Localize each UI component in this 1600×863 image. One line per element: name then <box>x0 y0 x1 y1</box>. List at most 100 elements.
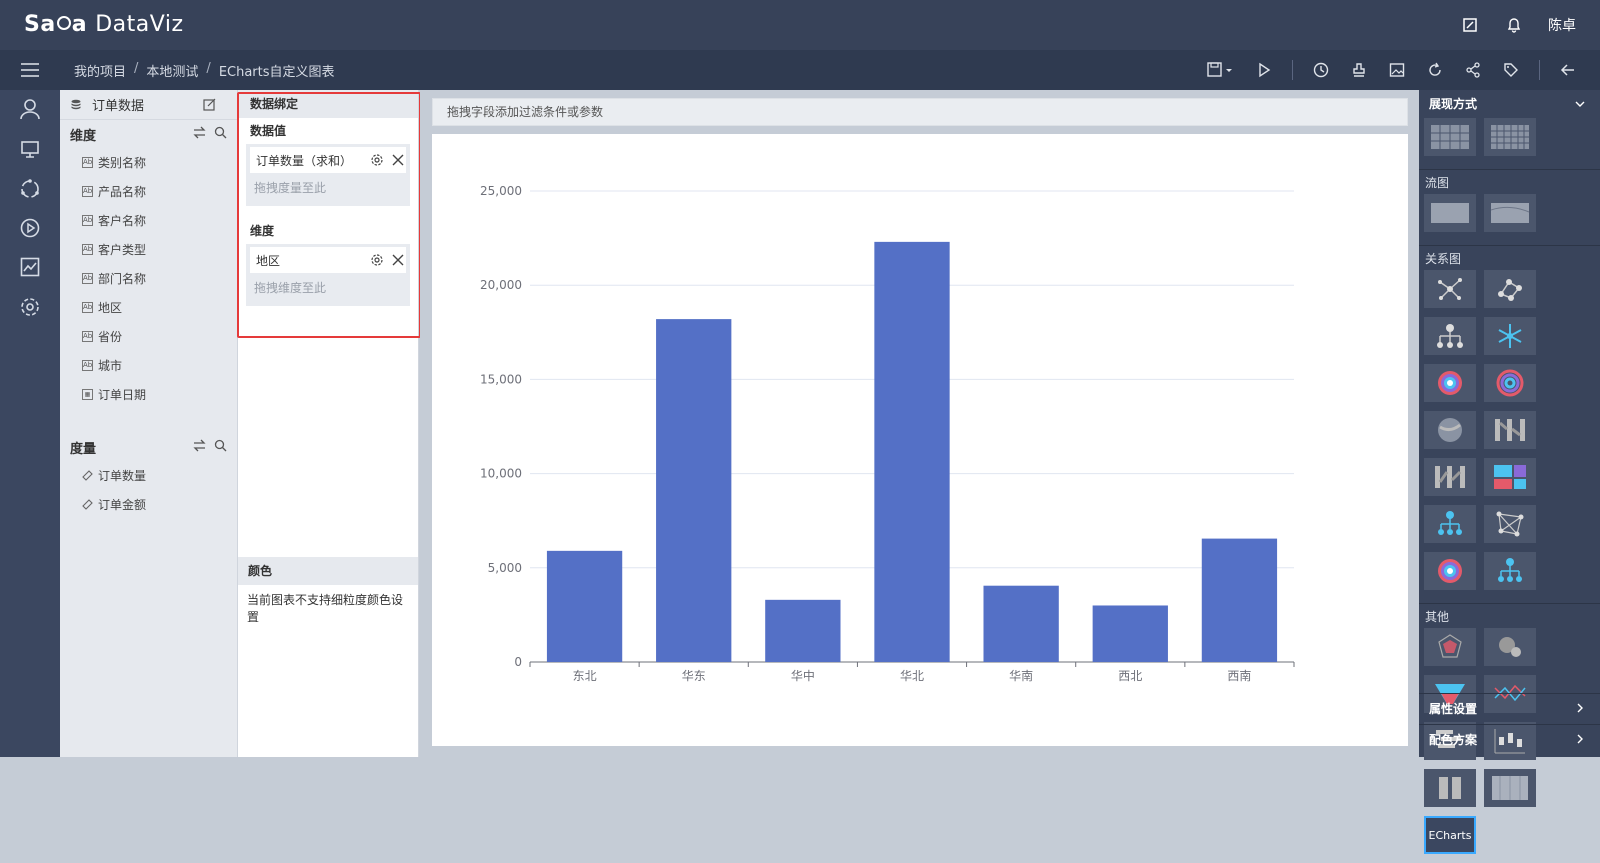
dimension-field[interactable]: ▦ 订单日期 <box>60 380 237 409</box>
other-chart-tile[interactable] <box>1424 769 1476 807</box>
measure-field[interactable]: 订单数量 <box>60 461 237 490</box>
cycle-icon[interactable] <box>19 178 41 200</box>
x-tick-label: 华东 <box>682 669 706 683</box>
dimension-field[interactable]: Ab 产品名称 <box>60 177 237 206</box>
search-icon[interactable] <box>214 126 227 139</box>
measure-section: 度量 <box>60 433 237 461</box>
x-tick-label: 东北 <box>573 669 597 683</box>
chevron-right-icon <box>1577 734 1583 744</box>
relation-chart-tile[interactable] <box>1424 458 1476 496</box>
text-field-icon: Ab <box>82 215 93 226</box>
close-icon[interactable] <box>391 253 405 267</box>
attribute-settings-header[interactable]: 属性设置 <box>1419 693 1600 723</box>
edit-datasource-icon[interactable] <box>203 98 216 111</box>
dimension-field[interactable]: Ab 部门名称 <box>60 264 237 293</box>
measure-field[interactable]: 订单金额 <box>60 490 237 519</box>
table-chart-tile[interactable] <box>1424 118 1476 156</box>
chart-container: 0 5,000 10,000 15,000 20,000 25,000 东北 华东 华中 华北 华南… <box>432 134 1408 746</box>
swap-icon[interactable] <box>193 439 206 452</box>
app-logo[interactable]: Sa a DataViz <box>24 12 184 37</box>
panel-icon <box>1492 776 1528 800</box>
share-icon[interactable] <box>1463 60 1483 80</box>
user-name[interactable]: 陈卓 <box>1548 15 1576 35</box>
image-icon[interactable] <box>1387 60 1407 80</box>
grid-icon <box>1491 125 1529 149</box>
flow-chart-tile[interactable] <box>1424 194 1476 232</box>
settings-gear-icon[interactable] <box>19 296 41 318</box>
network-icon <box>1496 511 1524 537</box>
x-tick-label: 华北 <box>900 669 924 683</box>
relation-chart-tile[interactable] <box>1484 505 1536 543</box>
y-tick-label: 5,000 <box>488 561 522 575</box>
relation-chart-tile[interactable] <box>1424 505 1476 543</box>
dimension-drop-zone[interactable]: 地区 拖拽维度至此 <box>246 244 410 306</box>
cross-table-tile[interactable] <box>1484 118 1536 156</box>
columns-icon <box>1439 777 1461 799</box>
refresh-icon[interactable] <box>1425 60 1445 80</box>
other-chart-tile[interactable] <box>1424 628 1476 666</box>
relation-chart-tile[interactable] <box>1424 411 1476 449</box>
display-mode-header[interactable]: 展现方式 <box>1419 90 1600 118</box>
close-icon[interactable] <box>391 153 405 167</box>
dimension-field[interactable]: Ab 地区 <box>60 293 237 322</box>
other-chart-tile[interactable] <box>1484 628 1536 666</box>
relation-chart-tile[interactable] <box>1484 270 1536 308</box>
right-panel: 展现方式 流图 关系图 其他 ECharts 属性设置 配色方案 <box>1419 90 1600 854</box>
play-icon[interactable] <box>1254 60 1274 80</box>
history-icon[interactable] <box>1311 60 1331 80</box>
save-dropdown-button[interactable] <box>1206 60 1236 80</box>
relation-chart-tile[interactable] <box>1424 552 1476 590</box>
tree-icon <box>1437 324 1463 348</box>
echarts-tile[interactable]: ECharts <box>1424 816 1476 854</box>
monitor-icon[interactable] <box>19 138 41 160</box>
chip-settings-icon[interactable] <box>370 253 384 267</box>
filter-drop-zone[interactable]: 拖拽字段添加过滤条件或参数 <box>432 98 1408 126</box>
relation-chart-tile[interactable] <box>1424 270 1476 308</box>
sankey-icon <box>1435 466 1465 488</box>
line-chart-icon[interactable] <box>19 256 41 278</box>
treemap-icon <box>1494 465 1526 489</box>
ruler-icon <box>82 499 93 510</box>
relation-chart-tile[interactable] <box>1424 364 1476 402</box>
chord-icon <box>1438 418 1462 442</box>
relation-chart-tile[interactable] <box>1484 364 1536 402</box>
search-icon[interactable] <box>214 439 227 452</box>
palette-header[interactable]: 配色方案 <box>1419 724 1600 754</box>
breadcrumb-item[interactable]: 我的项目 <box>74 61 126 80</box>
value-chip[interactable]: 订单数量（求和） <box>250 147 406 173</box>
stamp-icon[interactable] <box>1349 60 1369 80</box>
back-arrow-icon[interactable] <box>1558 60 1578 80</box>
relation-chart-tile[interactable] <box>1424 317 1476 355</box>
ruler-icon <box>82 470 93 481</box>
relation-chart-tile[interactable] <box>1484 317 1536 355</box>
text-field-icon: Ab <box>82 360 93 371</box>
text-field-icon: Ab <box>82 157 93 168</box>
user-icon[interactable] <box>19 98 41 120</box>
dimension-field[interactable]: Ab 省份 <box>60 322 237 351</box>
breadcrumb-item[interactable]: 本地测试 <box>146 61 198 80</box>
hamburger-menu-icon[interactable] <box>20 60 40 80</box>
sankey-icon <box>1495 419 1525 441</box>
dimension-field[interactable]: Ab 客户名称 <box>60 206 237 235</box>
dimension-field[interactable]: Ab 类别名称 <box>60 148 237 177</box>
left-nav <box>0 90 60 757</box>
dimension-chip[interactable]: 地区 <box>250 247 406 273</box>
chip-settings-icon[interactable] <box>370 153 384 167</box>
relation-chart-tile[interactable] <box>1484 552 1536 590</box>
play-circle-icon[interactable] <box>19 217 41 239</box>
relation-chart-tile[interactable] <box>1484 411 1536 449</box>
chevron-right-icon <box>1577 703 1583 713</box>
other-chart-tile[interactable] <box>1484 769 1536 807</box>
dimension-field[interactable]: Ab 客户类型 <box>60 235 237 264</box>
edit-window-icon[interactable] <box>1460 15 1480 35</box>
color-section-text: 当前图表不支持细粒度颜色设置 <box>247 593 404 624</box>
relation-chart-tile[interactable] <box>1484 458 1536 496</box>
y-tick-label: 0 <box>514 655 522 669</box>
tag-icon[interactable] <box>1501 60 1521 80</box>
datasource-name[interactable]: 订单数据 <box>92 95 144 114</box>
value-drop-zone[interactable]: 订单数量（求和） 拖拽度量至此 <box>246 144 410 206</box>
dimension-field[interactable]: Ab 城市 <box>60 351 237 380</box>
bell-icon[interactable] <box>1504 15 1524 35</box>
flow-chart-tile[interactable] <box>1484 194 1536 232</box>
swap-icon[interactable] <box>193 126 206 139</box>
